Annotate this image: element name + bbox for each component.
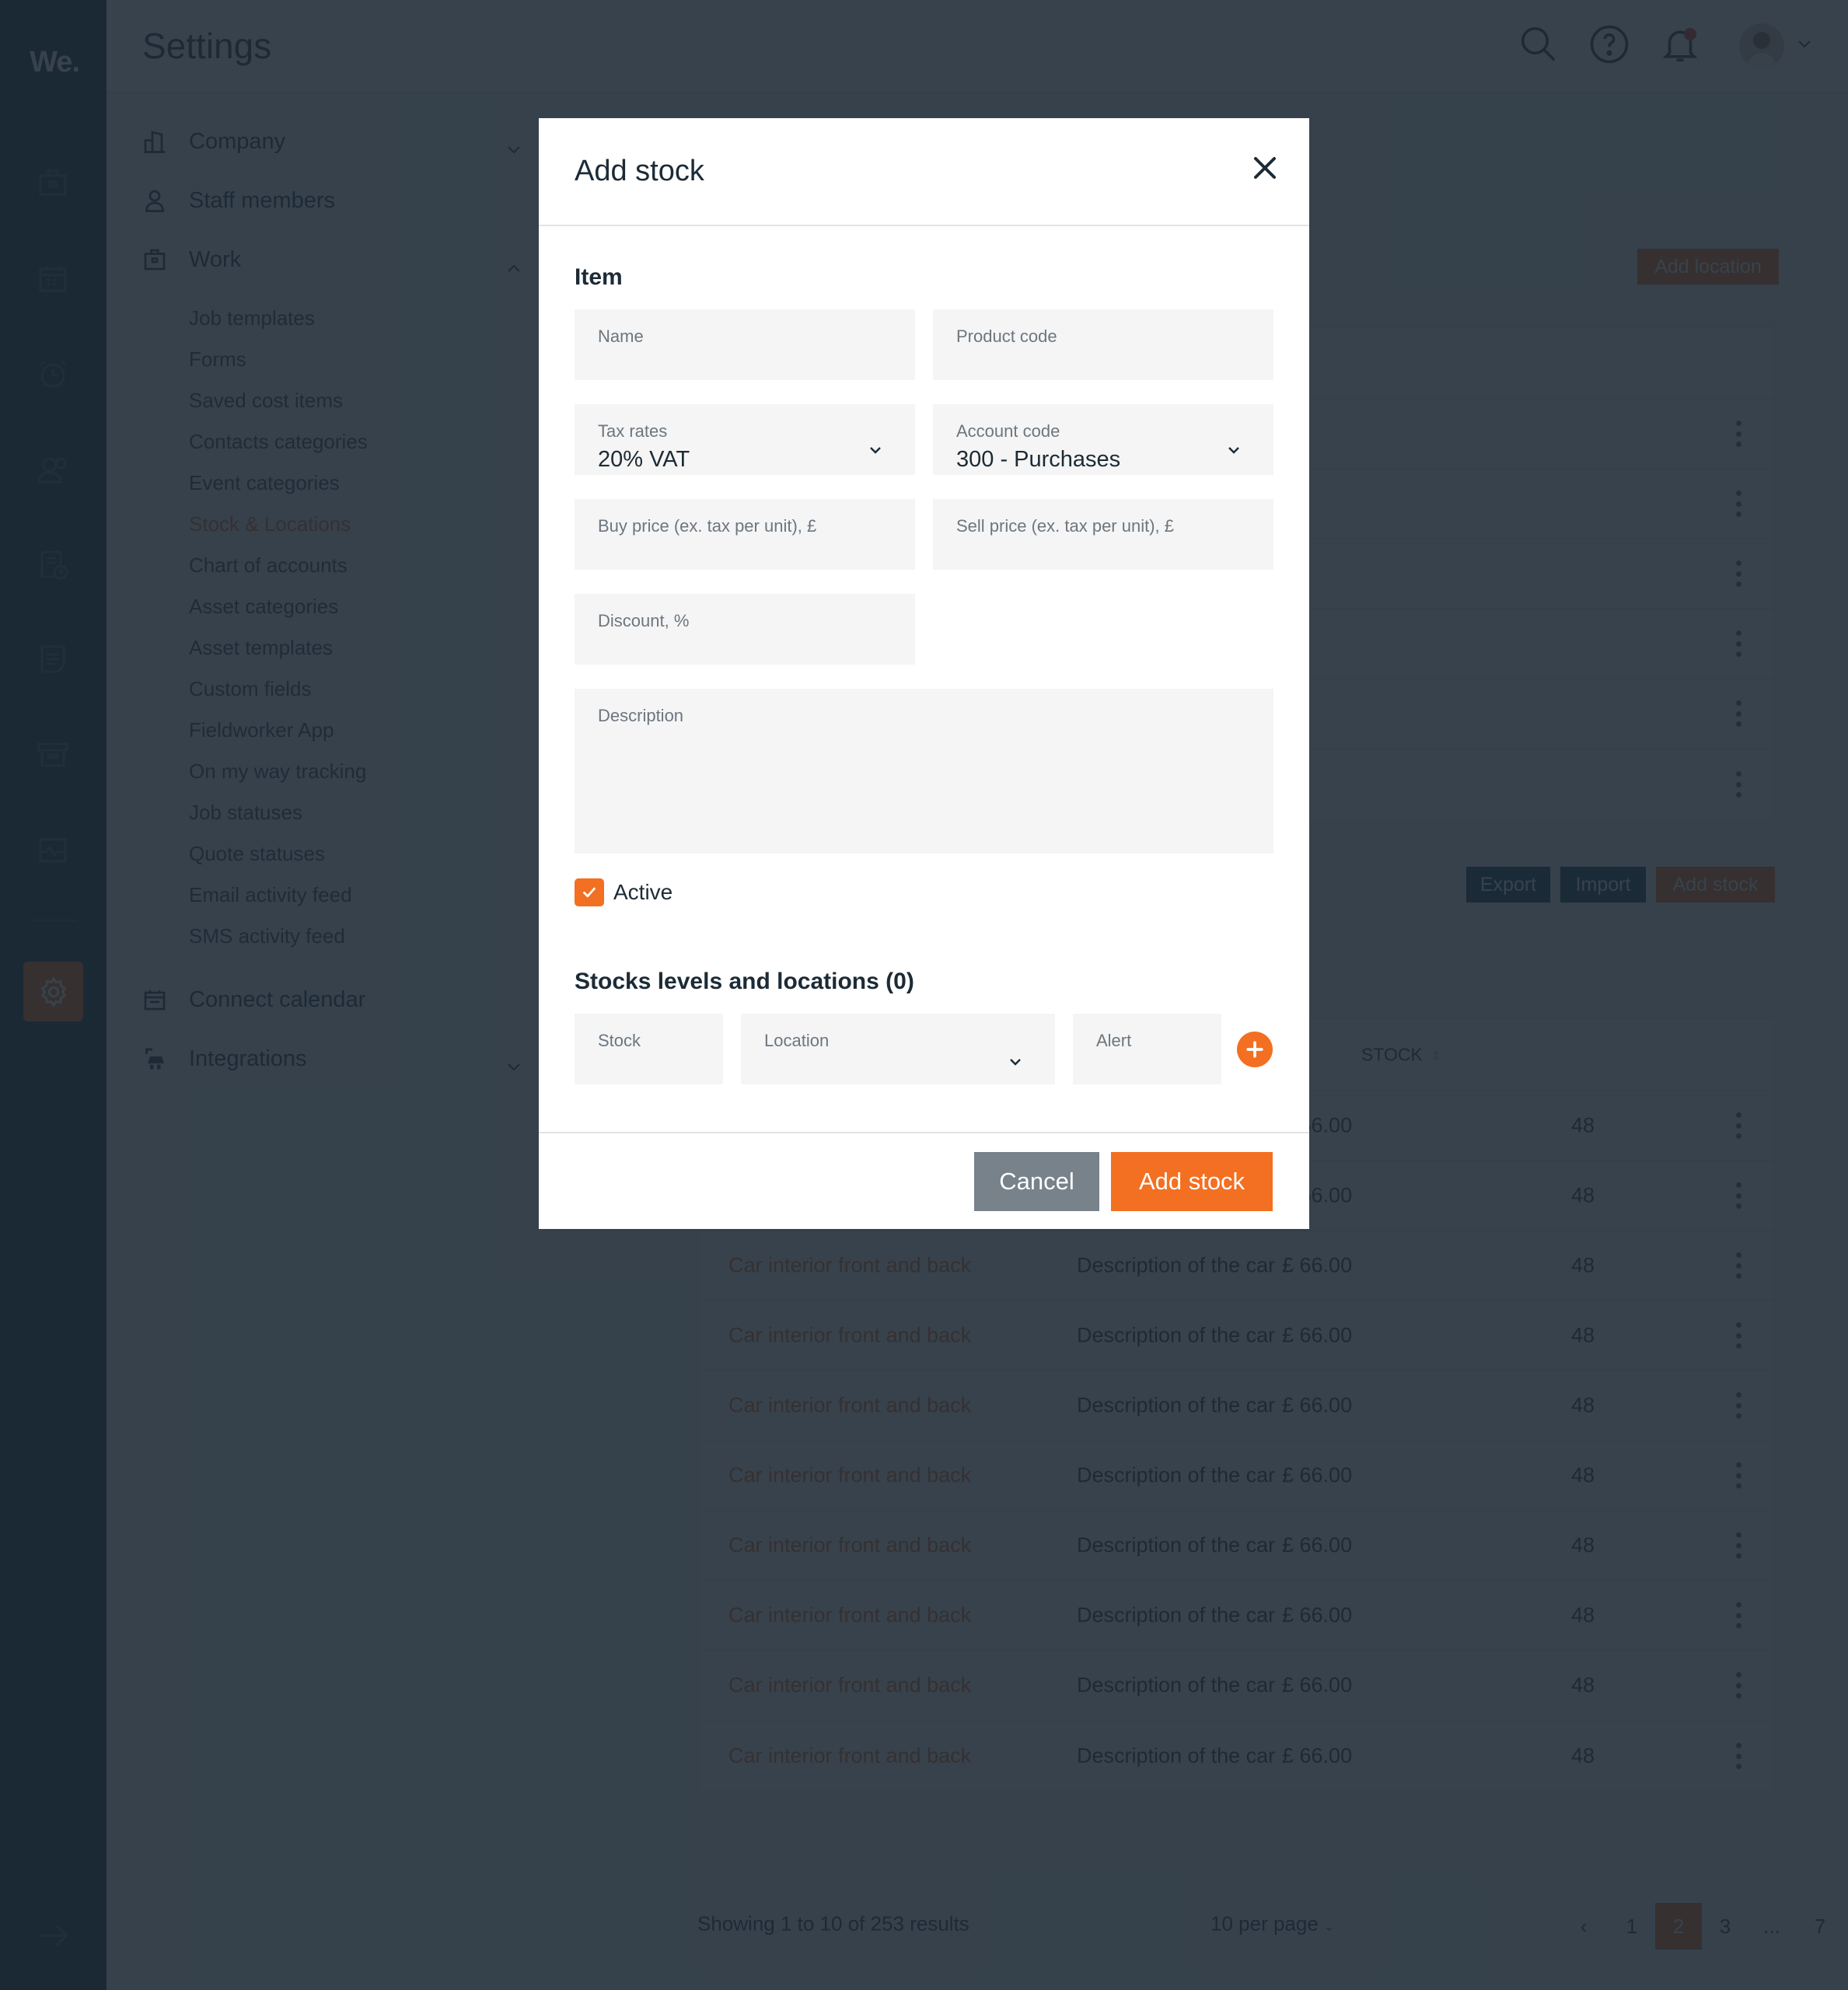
sell-price-field[interactable]: Sell price (ex. tax per unit), £ [933,499,1273,570]
add-stock-location-button[interactable] [1237,1032,1273,1067]
close-icon[interactable] [1246,149,1284,187]
add-stock-modal: Add stock Item Name Product code Tax rat… [539,118,1309,1229]
alert-field[interactable]: Alert [1073,1014,1221,1084]
active-checkbox[interactable] [575,878,604,906]
name-field[interactable]: Name [575,309,915,380]
product-code-field[interactable]: Product code [933,309,1273,380]
modal-title: Add stock [575,155,704,187]
active-label[interactable]: Active [613,878,672,906]
buy-price-field[interactable]: Buy price (ex. tax per unit), £ [575,499,915,570]
chevron-down-icon [1227,445,1241,455]
chevron-down-icon [868,445,882,455]
modal-header: Add stock [539,118,1309,226]
submit-add-stock-button[interactable]: Add stock [1111,1152,1273,1211]
discount-field[interactable]: Discount, % [575,594,915,665]
tax-rates-select[interactable]: Tax rates 20% VAT [575,404,915,475]
stock-levels-section-title: Stocks levels and locations (0) [575,969,914,994]
description-textarea[interactable]: Description [575,689,1273,854]
location-select[interactable]: Location [741,1014,1055,1084]
item-section-title: Item [575,264,623,290]
modal-footer: Cancel Add stock [539,1132,1309,1229]
chevron-down-icon [1008,1057,1022,1067]
stock-quantity-field[interactable]: Stock [575,1014,723,1084]
account-code-select[interactable]: Account code 300 - Purchases [933,404,1273,475]
plus-icon [1246,1041,1263,1058]
cancel-button[interactable]: Cancel [974,1152,1099,1211]
